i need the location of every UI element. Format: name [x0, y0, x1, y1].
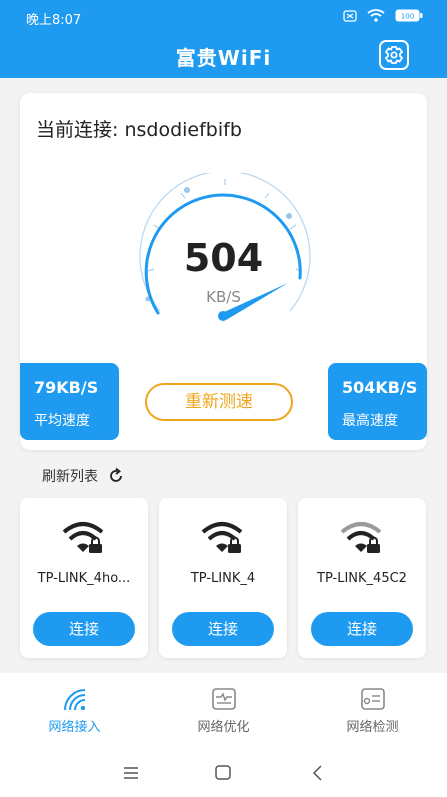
tab-network-detect[interactable]: 网络检测 [298, 673, 447, 751]
tab-network-optimize[interactable]: 网络优化 [149, 673, 298, 751]
speed-unit: KB/S [206, 288, 241, 306]
connect-button[interactable]: 连接 [311, 612, 413, 646]
system-nav-bar [0, 751, 447, 797]
status-bar: 晚上8:07 100 [0, 0, 447, 34]
sim-icon [343, 9, 357, 22]
status-icons: 100 [343, 9, 423, 22]
battery-icon: 100 [395, 9, 423, 22]
speed-value: 504 [183, 236, 264, 280]
wifi-lock-icon [201, 522, 243, 553]
avg-speed-label: 平均速度 [34, 413, 90, 429]
wifi-signal-icon [64, 689, 86, 711]
connect-button[interactable]: 连接 [172, 612, 274, 646]
wifi-lock-icon [340, 522, 382, 553]
detect-icon [361, 688, 385, 710]
wifi-card: TP-LINK_4 连接 [159, 498, 287, 658]
settings-button[interactable] [379, 40, 409, 70]
gear-icon [384, 46, 404, 64]
battery-level: 100 [401, 13, 414, 21]
max-speed-panel: 504KB/S 最高速度 [328, 363, 427, 440]
tab-network-access[interactable]: 网络接入 [0, 673, 149, 751]
menu-icon[interactable] [119, 763, 143, 783]
wifi-name: TP-LINK_4 [190, 571, 256, 586]
wifi-status-icon [367, 9, 385, 22]
speed-card: 当前连接: nsdodiefbifb 504 KB/S 79KB/S 平均速度 … [20, 93, 427, 450]
wifi-lock-icon [62, 522, 104, 553]
retest-button[interactable]: 重新测速 [145, 383, 293, 421]
refresh-list-button[interactable]: 刷新列表 [42, 466, 124, 486]
bottom-tab-bar: 网络接入 网络优化 网络检测 [0, 673, 447, 751]
current-connection: 当前连接: nsdodiefbifb [36, 119, 242, 141]
tab-label: 网络接入 [48, 720, 101, 735]
refresh-icon [110, 468, 122, 482]
optimize-icon [212, 688, 236, 710]
tab-label: 网络优化 [197, 720, 250, 735]
app-header: 富贵WiFi [0, 34, 447, 78]
connect-button[interactable]: 连接 [33, 612, 135, 646]
max-speed-label: 最高速度 [342, 413, 398, 429]
home-icon[interactable] [211, 763, 235, 783]
max-speed-value: 504KB/S [342, 378, 418, 397]
tab-label: 网络检测 [346, 720, 399, 735]
refresh-list-label: 刷新列表 [42, 469, 98, 485]
wifi-card: TP-LINK_4ho... 连接 [20, 498, 148, 658]
wifi-name: TP-LINK_4ho... [37, 571, 131, 586]
avg-speed-panel: 79KB/S 平均速度 [20, 363, 119, 440]
wifi-card: TP-LINK_45C2 连接 [298, 498, 426, 658]
status-time: 晚上8:07 [26, 13, 82, 28]
back-icon[interactable] [306, 763, 330, 783]
avg-speed-value: 79KB/S [34, 378, 99, 397]
wifi-name: TP-LINK_45C2 [317, 571, 407, 586]
